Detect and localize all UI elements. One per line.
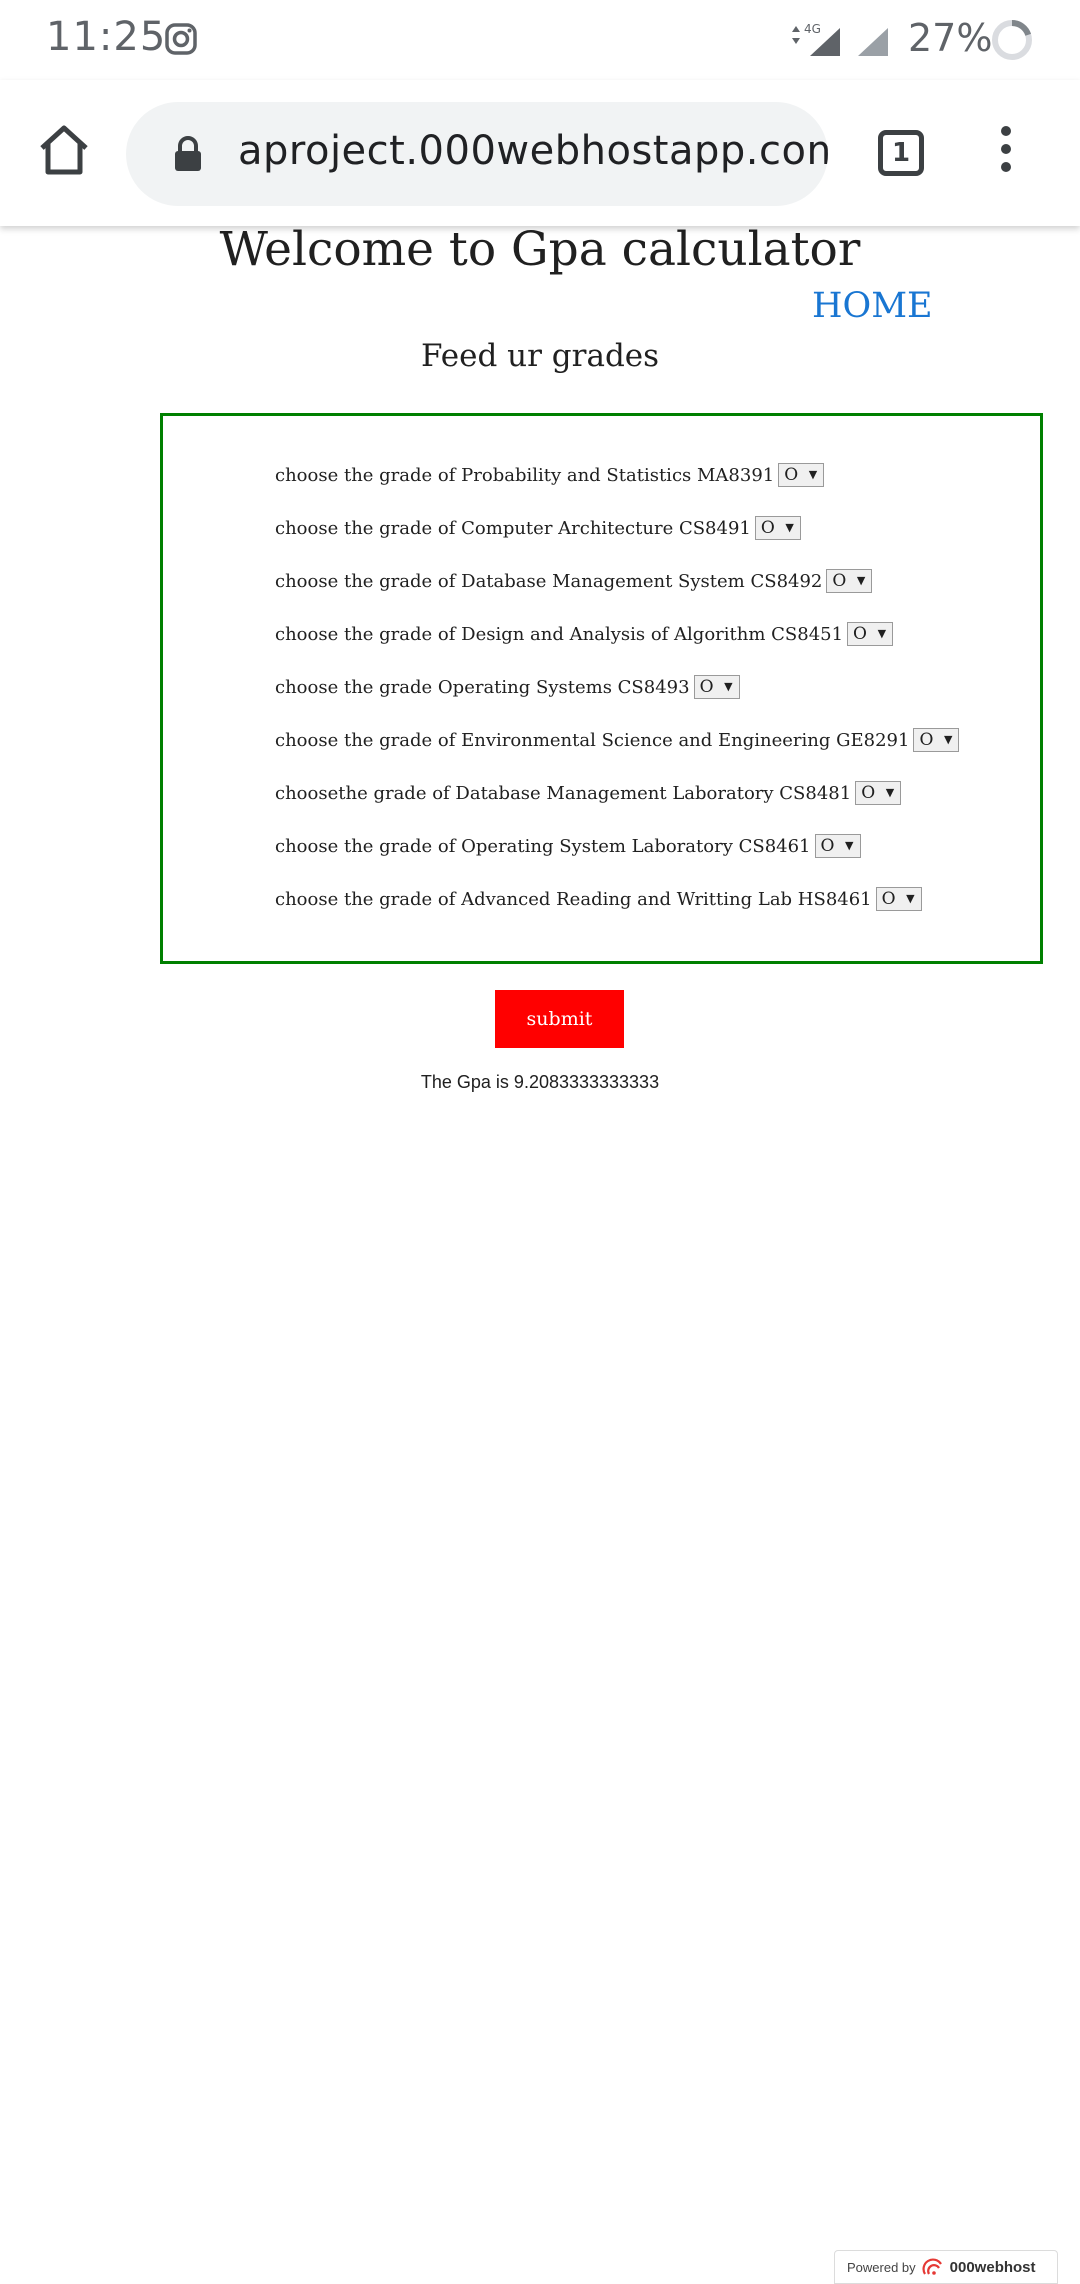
grade-value: O [861, 783, 876, 803]
status-bar: 11:25 4G 27% [0, 0, 1080, 80]
instagram-icon [165, 23, 197, 55]
submit-button[interactable]: submit [495, 990, 624, 1048]
status-time: 11:25 [46, 14, 167, 60]
grade-row: choosethe grade of Database Management L… [275, 778, 902, 808]
dropdown-arrow-icon: ▼ [845, 839, 854, 852]
webhost-logo-icon [922, 2258, 942, 2275]
grade-row: choose the grade of Advanced Reading and… [275, 884, 922, 914]
grade-label: choose the grade of Computer Architectur… [275, 517, 751, 539]
grade-row: choose the grade of Database Management … [275, 566, 873, 596]
page-title: Welcome to Gpa calculator [219, 222, 861, 277]
grade-select[interactable]: O ▼ [778, 463, 825, 487]
battery-icon [992, 19, 1032, 60]
dropdown-arrow-icon: ▼ [724, 680, 733, 693]
grade-row: choose the grade of Operating System Lab… [275, 831, 861, 861]
grade-select[interactable]: O ▼ [826, 569, 873, 593]
dropdown-arrow-icon: ▼ [877, 627, 887, 640]
gpa-result: The Gpa is 9.2083333333333 [420, 1072, 660, 1092]
grade-row: choose the grade of Probability and Stat… [275, 460, 825, 490]
grade-value: O [760, 518, 775, 538]
grade-value: O [820, 836, 835, 856]
grade-select[interactable]: O ▼ [875, 887, 922, 911]
powered-by-label: Powered by [847, 2259, 916, 2275]
grade-row: choose the grade Operating Systems CS849… [275, 672, 740, 702]
grade-label: choosethe grade of Database Management L… [275, 782, 852, 804]
grade-row: choose the grade of Computer Architectur… [275, 513, 801, 543]
grade-value: O [832, 571, 847, 591]
grade-value: O [853, 624, 867, 644]
dropdown-arrow-icon: ▼ [856, 574, 866, 587]
url-text[interactable]: aproject.000webhostapp.com [238, 128, 828, 174]
grade-row: choose the grade of Design and Analysis … [275, 619, 894, 649]
powered-by-badge[interactable]: Powered by 000webhost [834, 2250, 1058, 2284]
dropdown-arrow-icon: ▼ [808, 468, 818, 481]
dropdown-arrow-icon: ▼ [885, 786, 895, 799]
grade-select[interactable]: O ▼ [855, 781, 902, 805]
grade-select[interactable]: O ▼ [847, 622, 894, 646]
grade-value: O [699, 677, 714, 697]
browser-toolbar: aproject.000webhostapp.com 1 [0, 80, 1080, 226]
address-bar[interactable]: aproject.000webhostapp.com [126, 102, 828, 206]
brand-name: 000webhost [949, 2258, 1036, 2276]
grade-label: choose the grade of Operating System Lab… [275, 835, 811, 857]
signal-icon [858, 28, 888, 56]
grade-label: choose the grade of Probability and Stat… [275, 464, 775, 486]
grades-form: choose the grade of Probability and Stat… [160, 413, 1043, 964]
dropdown-arrow-icon: ▼ [785, 521, 794, 534]
grade-value: O [784, 465, 799, 485]
more-menu-icon[interactable] [998, 126, 1014, 180]
page-subtitle: Feed ur grades [420, 338, 660, 374]
lock-icon [175, 136, 201, 171]
grade-select[interactable]: O ▼ [693, 675, 740, 699]
grade-label: choose the grade of Database Management … [275, 570, 823, 592]
grade-row: choose the grade of Environmental Scienc… [275, 725, 960, 755]
grade-label: choose the grade Operating Systems CS849… [275, 676, 690, 698]
home-link[interactable]: HOME [812, 286, 933, 326]
grade-select[interactable]: O ▼ [913, 728, 960, 752]
grade-value: O [881, 889, 896, 909]
network-type-label: 4G [804, 22, 821, 36]
tab-switcher-button[interactable]: 1 [878, 130, 924, 176]
dropdown-arrow-icon: ▼ [906, 892, 915, 905]
dropdown-arrow-icon: ▼ [944, 733, 953, 746]
grade-value: O [919, 730, 934, 750]
grade-label: choose the grade of Environmental Scienc… [275, 729, 910, 751]
grade-select[interactable]: O ▼ [814, 834, 861, 858]
grade-select[interactable]: O ▼ [754, 516, 801, 540]
network-4g-icon: 4G [792, 22, 840, 56]
home-icon[interactable] [36, 122, 92, 178]
grade-label: choose the grade of Advanced Reading and… [275, 888, 872, 910]
battery-percent: 27% [908, 16, 993, 60]
grade-label: choose the grade of Design and Analysis … [275, 623, 844, 645]
